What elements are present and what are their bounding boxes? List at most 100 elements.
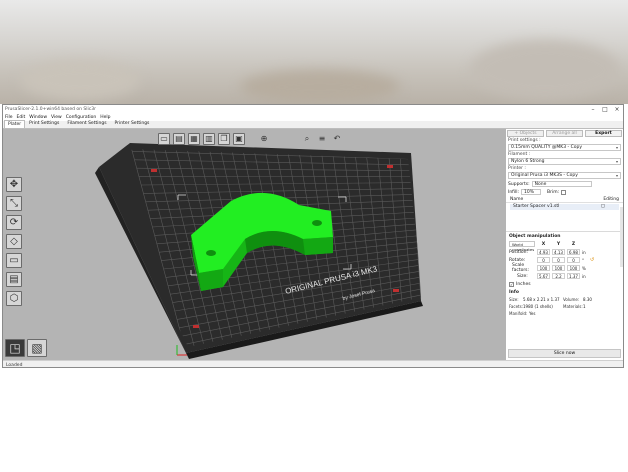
photo-blur-region (20, 60, 140, 100)
object-name: Starter Spacer v1.stl (513, 204, 560, 209)
scale-label: Scale factors: (512, 263, 530, 273)
infill-row: Infill: 10% Brim: (506, 188, 623, 196)
object-name-column: Name (510, 197, 524, 202)
minimize-button[interactable]: – (587, 105, 599, 114)
place-on-face-icon[interactable]: ◇ (6, 234, 22, 249)
print-bed[interactable] (99, 143, 421, 353)
tab-filament-settings[interactable]: Filament Settings (63, 119, 110, 128)
print-settings-value: 0.15mm QUALITY @MK3 - Copy (511, 145, 582, 150)
paste-icon[interactable]: ▣ (233, 133, 245, 145)
slice-now-button[interactable]: Slice now (508, 349, 621, 358)
size-z-input[interactable]: 1.37 (567, 273, 580, 279)
tab-printer-settings[interactable]: Printer Settings (111, 119, 154, 128)
list-item[interactable]: Starter Spacer v1.stl ▢ (510, 204, 619, 210)
scale-icon[interactable]: ⤡ (6, 196, 22, 211)
supports-select[interactable]: None (531, 181, 592, 187)
info-row-manifold: Manifold: Yes (506, 310, 623, 317)
position-z-input[interactable]: 6.98 (567, 249, 580, 255)
chevron-down-icon: ▾ (615, 145, 618, 150)
tab-print-settings[interactable]: Print Settings (25, 119, 63, 128)
sidebar-action-tabs: + Objects Arrange all Export (506, 129, 623, 138)
position-row: Position: 4.93 4.13 6.98 in (506, 248, 623, 256)
inches-label: Inches (516, 281, 531, 287)
brim-label: Brim: (547, 189, 560, 195)
edit-icon[interactable]: ▢ (601, 204, 619, 210)
maximize-button[interactable]: □ (599, 105, 611, 114)
photo-blur-region (470, 40, 620, 100)
info-manifold-value: Yes (529, 311, 536, 316)
search-icon[interactable]: ⌕ (301, 133, 313, 145)
info-volume-value: 8.30 (583, 297, 592, 302)
model-hole-right (312, 220, 322, 226)
size-row: Size: 5.67 2.2 1.37 in (506, 272, 623, 280)
infill-select[interactable]: 10% (521, 189, 542, 195)
view-toolbar: ◳ ▧ (5, 339, 47, 357)
copy-icon[interactable]: ❐ (218, 133, 230, 145)
info-title: Info (509, 290, 519, 295)
rotate-z-input[interactable]: 0 (567, 257, 580, 263)
print-settings-select[interactable]: 0.15mm QUALITY @MK3 - Copy ▾ (508, 144, 621, 151)
object-list-header: Name Editing (506, 196, 623, 203)
position-y-input[interactable]: 4.13 (552, 249, 565, 255)
printer-value: Original Prusa i3 MK3S - Copy (511, 173, 578, 178)
position-label: Position: (509, 249, 529, 255)
info-size-value: 5.68 x 2.21 x 1.37 (523, 297, 560, 302)
model-hole-left (206, 250, 216, 256)
position-x-input[interactable]: 4.93 (537, 249, 550, 255)
status-bar: Loaded (3, 360, 623, 368)
3d-view-icon[interactable]: ◳ (5, 339, 25, 357)
tab-plater[interactable]: Plater (4, 120, 26, 128)
size-y-input[interactable]: 2.2 (552, 273, 565, 279)
sidebar-scrollbar[interactable] (620, 207, 623, 267)
rotate-label: Rotate: (509, 257, 526, 263)
filament-value: Nylon 6 Strong (511, 159, 545, 164)
info-materials-value: 1 (583, 304, 586, 309)
rotate-icon[interactable]: ⟳ (6, 215, 22, 230)
inches-row: ✓ Inches (506, 280, 623, 288)
info-facets-key: Facets: (509, 304, 524, 309)
3d-viewport[interactable]: ORIGINAL PRUSA i3 MK3 by Josef Prusa ▭ ▤… (3, 129, 506, 360)
printer-select[interactable]: Original Prusa i3 MK3S - Copy ▾ (508, 172, 621, 179)
rotate-unit: ° (582, 257, 584, 263)
top-toolbar: ▭ ▤ ▦ ▥ ❐ ▣ ⊕ ⌕ ≡ ↶ (158, 133, 343, 145)
add-objects-button[interactable]: + Objects (507, 130, 544, 137)
delete-icon[interactable]: ▤ (173, 133, 185, 145)
app-window: PrusaSlicer-2.1.0+win64 based on Slic3r … (2, 104, 624, 368)
info-materials-key: Materials: (563, 304, 583, 309)
size-unit: in (582, 273, 586, 279)
object-editing-column: Editing (603, 197, 619, 202)
undo-icon[interactable]: ↶ (331, 133, 343, 145)
layers-icon[interactable]: ≡ (316, 133, 328, 145)
cut-icon[interactable]: ▭ (6, 253, 22, 268)
close-button[interactable]: × (611, 105, 623, 114)
scale-y-input[interactable]: 100 (552, 265, 565, 271)
info-row-size: Size: 5.68 x 2.21 x 1.37 Volume: 8.30 (506, 296, 623, 303)
brim-checkbox[interactable] (561, 189, 567, 195)
status-text: Loaded (6, 363, 23, 368)
coordinate-system-select[interactable]: World coordinates (509, 241, 535, 252)
scale-x-input[interactable]: 100 (537, 265, 550, 271)
filament-select[interactable]: Nylon 6 Strong ▾ (508, 158, 621, 165)
rotate-x-input[interactable]: 0 (537, 257, 550, 263)
scale-unit: % (582, 265, 586, 271)
reset-rotation-icon[interactable]: ↺ (590, 257, 594, 263)
add-icon[interactable]: ▭ (158, 133, 170, 145)
move-icon[interactable]: ✥ (6, 177, 22, 192)
plus-icon[interactable]: ⊕ (258, 133, 270, 145)
size-x-input[interactable]: 5.67 (537, 273, 550, 279)
inches-checkbox[interactable]: ✓ (509, 281, 514, 287)
scale-z-input[interactable]: 100 (567, 265, 580, 271)
hollow-icon[interactable]: ⬡ (6, 291, 22, 306)
arrange-all-button[interactable]: Arrange all (546, 130, 583, 137)
info-volume-key: Volume: (563, 297, 580, 302)
export-button[interactable]: Export (585, 130, 622, 137)
chevron-down-icon: ▾ (615, 173, 618, 178)
info-manifold-key: Manifold: (509, 311, 528, 316)
title-bar: PrusaSlicer-2.1.0+win64 based on Slic3r … (3, 105, 623, 114)
delete-all-icon[interactable]: ▦ (188, 133, 200, 145)
supports-label: Supports: (508, 181, 530, 187)
support-paint-icon[interactable]: ▤ (6, 272, 22, 287)
rotate-y-input[interactable]: 0 (552, 257, 565, 263)
arrange-icon[interactable]: ▥ (203, 133, 215, 145)
preview-icon[interactable]: ▧ (27, 339, 47, 357)
